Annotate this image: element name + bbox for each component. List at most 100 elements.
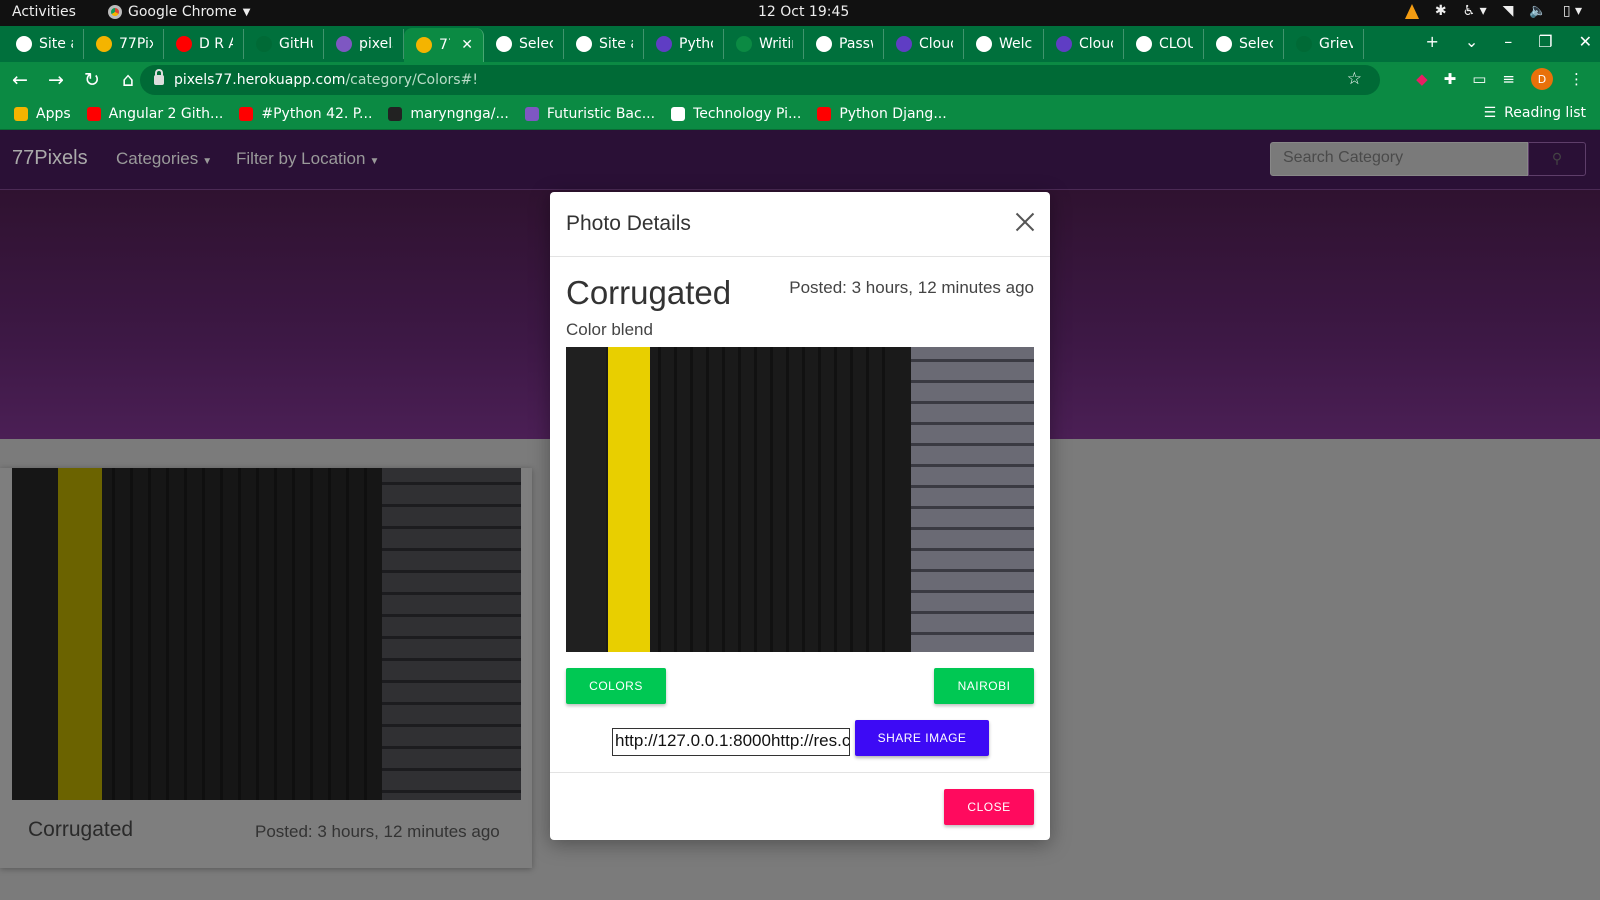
tab-favicon-icon [256,36,272,52]
bookmark-label: Technology Pi... [693,105,802,122]
tab-label: Cloud [919,36,953,52]
bookmark-item[interactable]: Technology Pi... [671,106,801,122]
bookmark-item[interactable]: Futuristic Bac... [524,106,655,122]
browser-tab[interactable]: Cloud [884,29,964,59]
tab-label: Welco [999,36,1033,52]
minimize-icon[interactable]: – [1504,32,1512,51]
accessibility-icon[interactable]: ♿ ▾ [1463,3,1487,19]
browser-tab[interactable]: Writin [724,29,804,59]
tab-favicon-icon [336,36,352,52]
browser-tab[interactable]: Site ac [4,29,84,59]
reload-icon[interactable]: ↻ [76,69,108,91]
app-menu[interactable]: Google Chrome ▼ [108,4,250,20]
browser-tab[interactable]: Select [1204,29,1284,59]
bookmark-star-icon[interactable]: ☆ [1347,69,1362,89]
chevron-down-icon: ▼ [242,6,251,18]
slack-icon[interactable]: ✱ [1435,3,1447,19]
browser-tab[interactable]: Pytho [644,29,724,59]
browser-tab[interactable]: Grievi [1284,29,1364,59]
tab-close-icon[interactable]: ✕ [461,37,473,53]
browser-tab[interactable]: Site ac [564,29,644,59]
photo-thumbnail[interactable] [12,468,521,800]
share-image-button[interactable]: SHARE IMAGE [855,720,989,756]
site-brand[interactable]: 77Pixels [12,147,88,170]
bookmark-favicon-icon [817,106,832,121]
tab-label: 77Pixe [119,36,153,52]
search-icon: ⚲ [1551,151,1563,167]
bookmark-item[interactable]: Python Djang... [817,106,947,122]
categories-dropdown[interactable]: Categories ▼ [116,149,212,169]
activities-button[interactable]: Activities [12,4,76,20]
app-name: Google Chrome [128,4,237,20]
filter-location-dropdown[interactable]: Filter by Location ▼ [236,149,379,169]
vlc-icon[interactable] [1404,3,1419,19]
close-button[interactable]: CLOSE [944,789,1034,825]
tab-label: GitHu [279,36,313,52]
restore-icon[interactable]: ❐ [1538,32,1552,51]
bookmark-favicon-icon [14,106,28,121]
browser-tab[interactable]: CLOU [1124,29,1204,59]
browser-tab[interactable]: Select [484,29,564,59]
tab-favicon-icon [736,36,752,52]
tab-favicon-icon [176,36,192,52]
card-posted-time: Posted: 3 hours, 12 minutes ago [255,822,500,841]
browser-tab[interactable]: 77Pixe [84,29,164,59]
bookmark-item[interactable]: Angular 2 Gith... [86,106,223,122]
wifi-icon[interactable]: ◥ [1503,3,1514,19]
back-icon[interactable]: ← [4,69,36,91]
system-tray[interactable]: ✱ ♿ ▾ ◥ 🔈 ▯ ▾ [1404,3,1582,19]
browser-tab[interactable]: Cloud [1044,29,1124,59]
category-colors-button[interactable]: COLORS [566,668,666,704]
extensions-puzzle-icon[interactable]: ✚ [1444,70,1457,88]
bookmark-item[interactable]: #Python 42. P... [239,106,372,122]
search-category-input[interactable]: Search Category [1270,142,1528,176]
new-tab-button[interactable]: + [1425,32,1438,51]
bookmark-label: Apps [36,105,71,122]
url-host: pixels77.herokuapp.com [174,72,346,88]
kebab-menu-icon[interactable]: ⋮ [1569,70,1584,88]
bookmark-item[interactable]: maryngnga/... [388,106,509,122]
profile-avatar[interactable]: D [1531,68,1553,90]
photo-image [566,347,1034,652]
color-picker-extension-icon[interactable]: ◆ [1416,70,1428,88]
close-window-icon[interactable]: ✕ [1579,32,1592,51]
volume-icon[interactable]: 🔈 [1529,3,1546,19]
browser-tab[interactable]: Passw [804,29,884,59]
reading-list-label: Reading list [1504,105,1586,121]
window-controls: + ⌄ – ❐ ✕ [1425,32,1592,51]
lock-icon[interactable] [154,69,164,85]
bookmark-favicon-icon [388,106,403,121]
tab-label: Cloud [1079,36,1113,52]
tab-label: Passw [839,36,873,52]
clock[interactable]: 12 Oct 19:45 [758,4,849,20]
caret-down-icon: ▼ [369,156,380,167]
share-link-input[interactable]: http://127.0.0.1:8000http://res.c [612,728,850,756]
browser-tab[interactable]: 77F ✕ [404,28,484,62]
close-icon[interactable] [1014,211,1036,233]
tab-label: Pytho [679,36,713,52]
bookmark-item[interactable]: Apps [14,106,71,122]
system-top-bar: Activities Google Chrome ▼ 12 Oct 19:45 … [0,0,1600,26]
battery-icon[interactable]: ▯ ▾ [1563,3,1582,19]
cast-icon[interactable]: ▭ [1472,70,1486,88]
location-nairobi-button[interactable]: NAIROBI [934,668,1034,704]
tab-search-icon[interactable]: ⌄ [1465,32,1478,51]
tab-favicon-icon [1136,36,1152,52]
browser-tab[interactable]: GitHu [244,29,324,59]
address-bar[interactable]: pixels77.herokuapp.com /category/Colors#… [140,65,1380,95]
modal-header: Photo Details [550,192,1050,257]
browser-tab[interactable]: Welco [964,29,1044,59]
search-button[interactable]: ⚲ [1528,142,1586,176]
photo-card[interactable]: Corrugated Posted: 3 hours, 12 minutes a… [0,468,532,868]
tab-label: Grievi [1319,36,1353,52]
photo-details-modal: Photo Details Corrugated Posted: 3 hours… [550,192,1050,840]
browser-tab[interactable]: pixels [324,29,404,59]
forward-icon[interactable]: → [40,69,72,91]
tab-favicon-icon [96,36,112,52]
tab-favicon-icon [1216,36,1232,52]
reading-list-button[interactable]: ☰ Reading list [1484,105,1586,121]
media-control-icon[interactable]: ≡ [1502,70,1515,88]
tab-favicon-icon [416,37,432,53]
browser-tab[interactable]: D R A [164,29,244,59]
tab-label: Site ac [599,36,633,52]
